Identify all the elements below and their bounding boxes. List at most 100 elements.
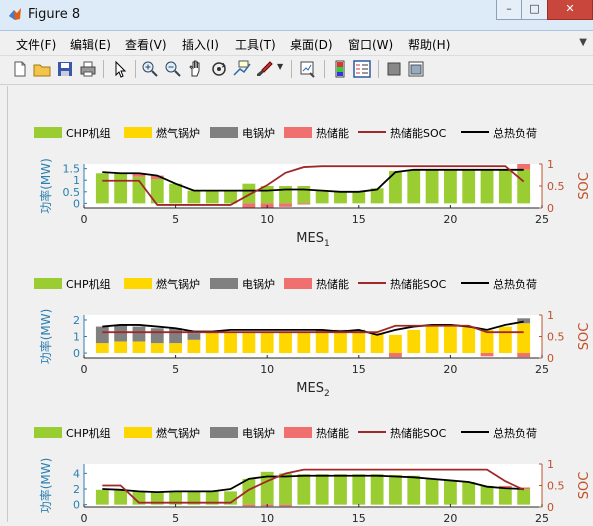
y-tick-label: 1 [73, 174, 80, 187]
legend-label: 电锅炉 [242, 278, 275, 291]
y-tick-label: 0 [73, 347, 80, 360]
rotate-3d-icon[interactable] [209, 59, 229, 79]
x-tick-label: 20 [443, 363, 457, 376]
bar-chp [187, 190, 201, 204]
open-file-icon[interactable] [32, 59, 52, 79]
bar-storage [279, 203, 292, 207]
menu-help[interactable]: 帮助(H) [408, 36, 450, 53]
legend-swatch [124, 278, 152, 289]
y2-axis-label: SOC [577, 172, 592, 200]
bar-storage [242, 504, 256, 507]
bar-gas-boiler [205, 333, 219, 354]
figure-canvas[interactable]: CHP机组 燃气锅炉 电锅炉 热储能 热储能SOC 总热负荷 0 5 10 15 20 25 0 0.5 1… [7, 86, 593, 525]
menu-view[interactable]: 查看(V) [125, 36, 167, 53]
y-axis-label: 功率(MW) [38, 158, 53, 214]
bar-chp [480, 169, 494, 204]
menu-insert[interactable]: 插入(I) [182, 36, 219, 53]
bar-chp [242, 183, 256, 204]
menu-overflow-icon[interactable]: ▼ [579, 37, 587, 48]
bar-chp [352, 474, 366, 505]
x-axis-label-subscript: 2 [324, 389, 330, 399]
bar-chp [370, 474, 384, 505]
bar-chp [462, 481, 476, 505]
menu-window[interactable]: 窗口(W) [348, 36, 393, 53]
y-tick-label: 1.5 [63, 163, 81, 176]
bar-chp [407, 475, 421, 505]
minimize-button[interactable]: – [496, 0, 522, 20]
maximize-button[interactable]: □ [521, 0, 548, 20]
show-plot-tools-icon[interactable] [406, 59, 426, 79]
bar-electric-boiler [150, 328, 164, 344]
bar-electric-boiler [114, 324, 128, 342]
toolbar-separator [378, 60, 379, 78]
bar-chp [517, 169, 531, 204]
bar-gas-boiler [150, 343, 164, 354]
y-tick-label: 0 [73, 499, 80, 512]
x-tick-label: 15 [352, 512, 366, 522]
hide-plot-tools-icon[interactable] [384, 59, 404, 79]
legend-swatch [124, 427, 152, 438]
bar-storage [389, 353, 402, 358]
menu-tools[interactable]: 工具(T) [235, 36, 276, 53]
bar-gas-boiler [224, 331, 237, 354]
print-icon[interactable] [78, 59, 98, 79]
new-figure-icon[interactable] [10, 59, 30, 79]
data-cursor-icon[interactable] [232, 59, 252, 79]
zoom-in-icon[interactable] [140, 59, 160, 79]
y2-axis-label: SOC [577, 323, 592, 351]
legend-label: 总热负荷 [493, 277, 537, 291]
x-axis-label: MES2 [296, 381, 329, 399]
x-tick-label: 0 [81, 363, 88, 376]
bar-storage [480, 353, 494, 357]
y-axis-label: 功率(MW) [38, 458, 53, 514]
pan-hand-icon[interactable] [186, 59, 206, 79]
legend-swatch [210, 127, 238, 138]
legend-label: 总热负荷 [493, 126, 537, 140]
x-tick-label: 10 [260, 512, 274, 522]
legend-label: 热储能SOC [390, 277, 447, 291]
bar-gas-boiler [242, 331, 256, 354]
pointer-icon[interactable] [110, 59, 130, 79]
legend: CHP机组 燃气锅炉 电锅炉 热储能 热储能SOC 总热负荷 [34, 277, 537, 291]
chart-panel-2: CHP机组 燃气锅炉 电锅炉 热储能 热储能SOC 总热负荷0 5 10 15 20 2501200… [34, 277, 592, 399]
bar-chp [114, 173, 128, 204]
maximize-icon: □ [529, 2, 540, 15]
legend-label: 电锅炉 [242, 427, 275, 440]
brush-dropdown-icon[interactable]: ▼ [277, 62, 285, 82]
bar-storage [297, 203, 311, 205]
close-button[interactable]: ✕ [547, 0, 593, 20]
bar-chp [425, 478, 439, 505]
y-tick-label: 4 [73, 467, 80, 480]
bar-chp [517, 489, 531, 505]
x-axis-label-main: MES [296, 381, 324, 396]
x-tick-label: 0 [81, 213, 88, 226]
menu-file[interactable]: 文件(F) [16, 36, 56, 53]
link-plot-icon[interactable] [298, 59, 318, 79]
y2-tick-label: 0.5 [547, 480, 565, 493]
legend-icon[interactable] [352, 59, 372, 79]
legend-label: 热储能 [316, 277, 349, 291]
colorbar-icon[interactable] [330, 59, 350, 79]
figure-toolbar: ▼ [0, 56, 593, 85]
bar-gas-boiler [443, 326, 457, 354]
bar-gas-boiler [187, 339, 201, 354]
brush-icon[interactable] [255, 59, 275, 79]
bar-gas-boiler [297, 331, 311, 354]
zoom-out-icon[interactable] [163, 59, 183, 79]
bar-chp [425, 169, 439, 204]
menu-edit[interactable]: 编辑(E) [70, 36, 111, 53]
legend-label: 热储能SOC [390, 426, 447, 440]
x-tick-label: 10 [260, 363, 274, 376]
save-icon[interactable] [55, 59, 75, 79]
x-tick-label: 5 [172, 213, 179, 226]
bar-chp [498, 169, 512, 204]
bar-gas-boiler [169, 343, 183, 354]
bar-storage [279, 504, 292, 507]
bar-chp [462, 169, 476, 204]
bar-gas-boiler [95, 343, 109, 354]
menu-desktop[interactable]: 桌面(D) [290, 36, 333, 53]
y2-tick-label: 1 [547, 158, 554, 171]
y2-tick-label: 0.5 [547, 180, 565, 193]
y2-tick-label: 0.5 [547, 331, 565, 344]
y2-tick-label: 1 [547, 309, 554, 322]
